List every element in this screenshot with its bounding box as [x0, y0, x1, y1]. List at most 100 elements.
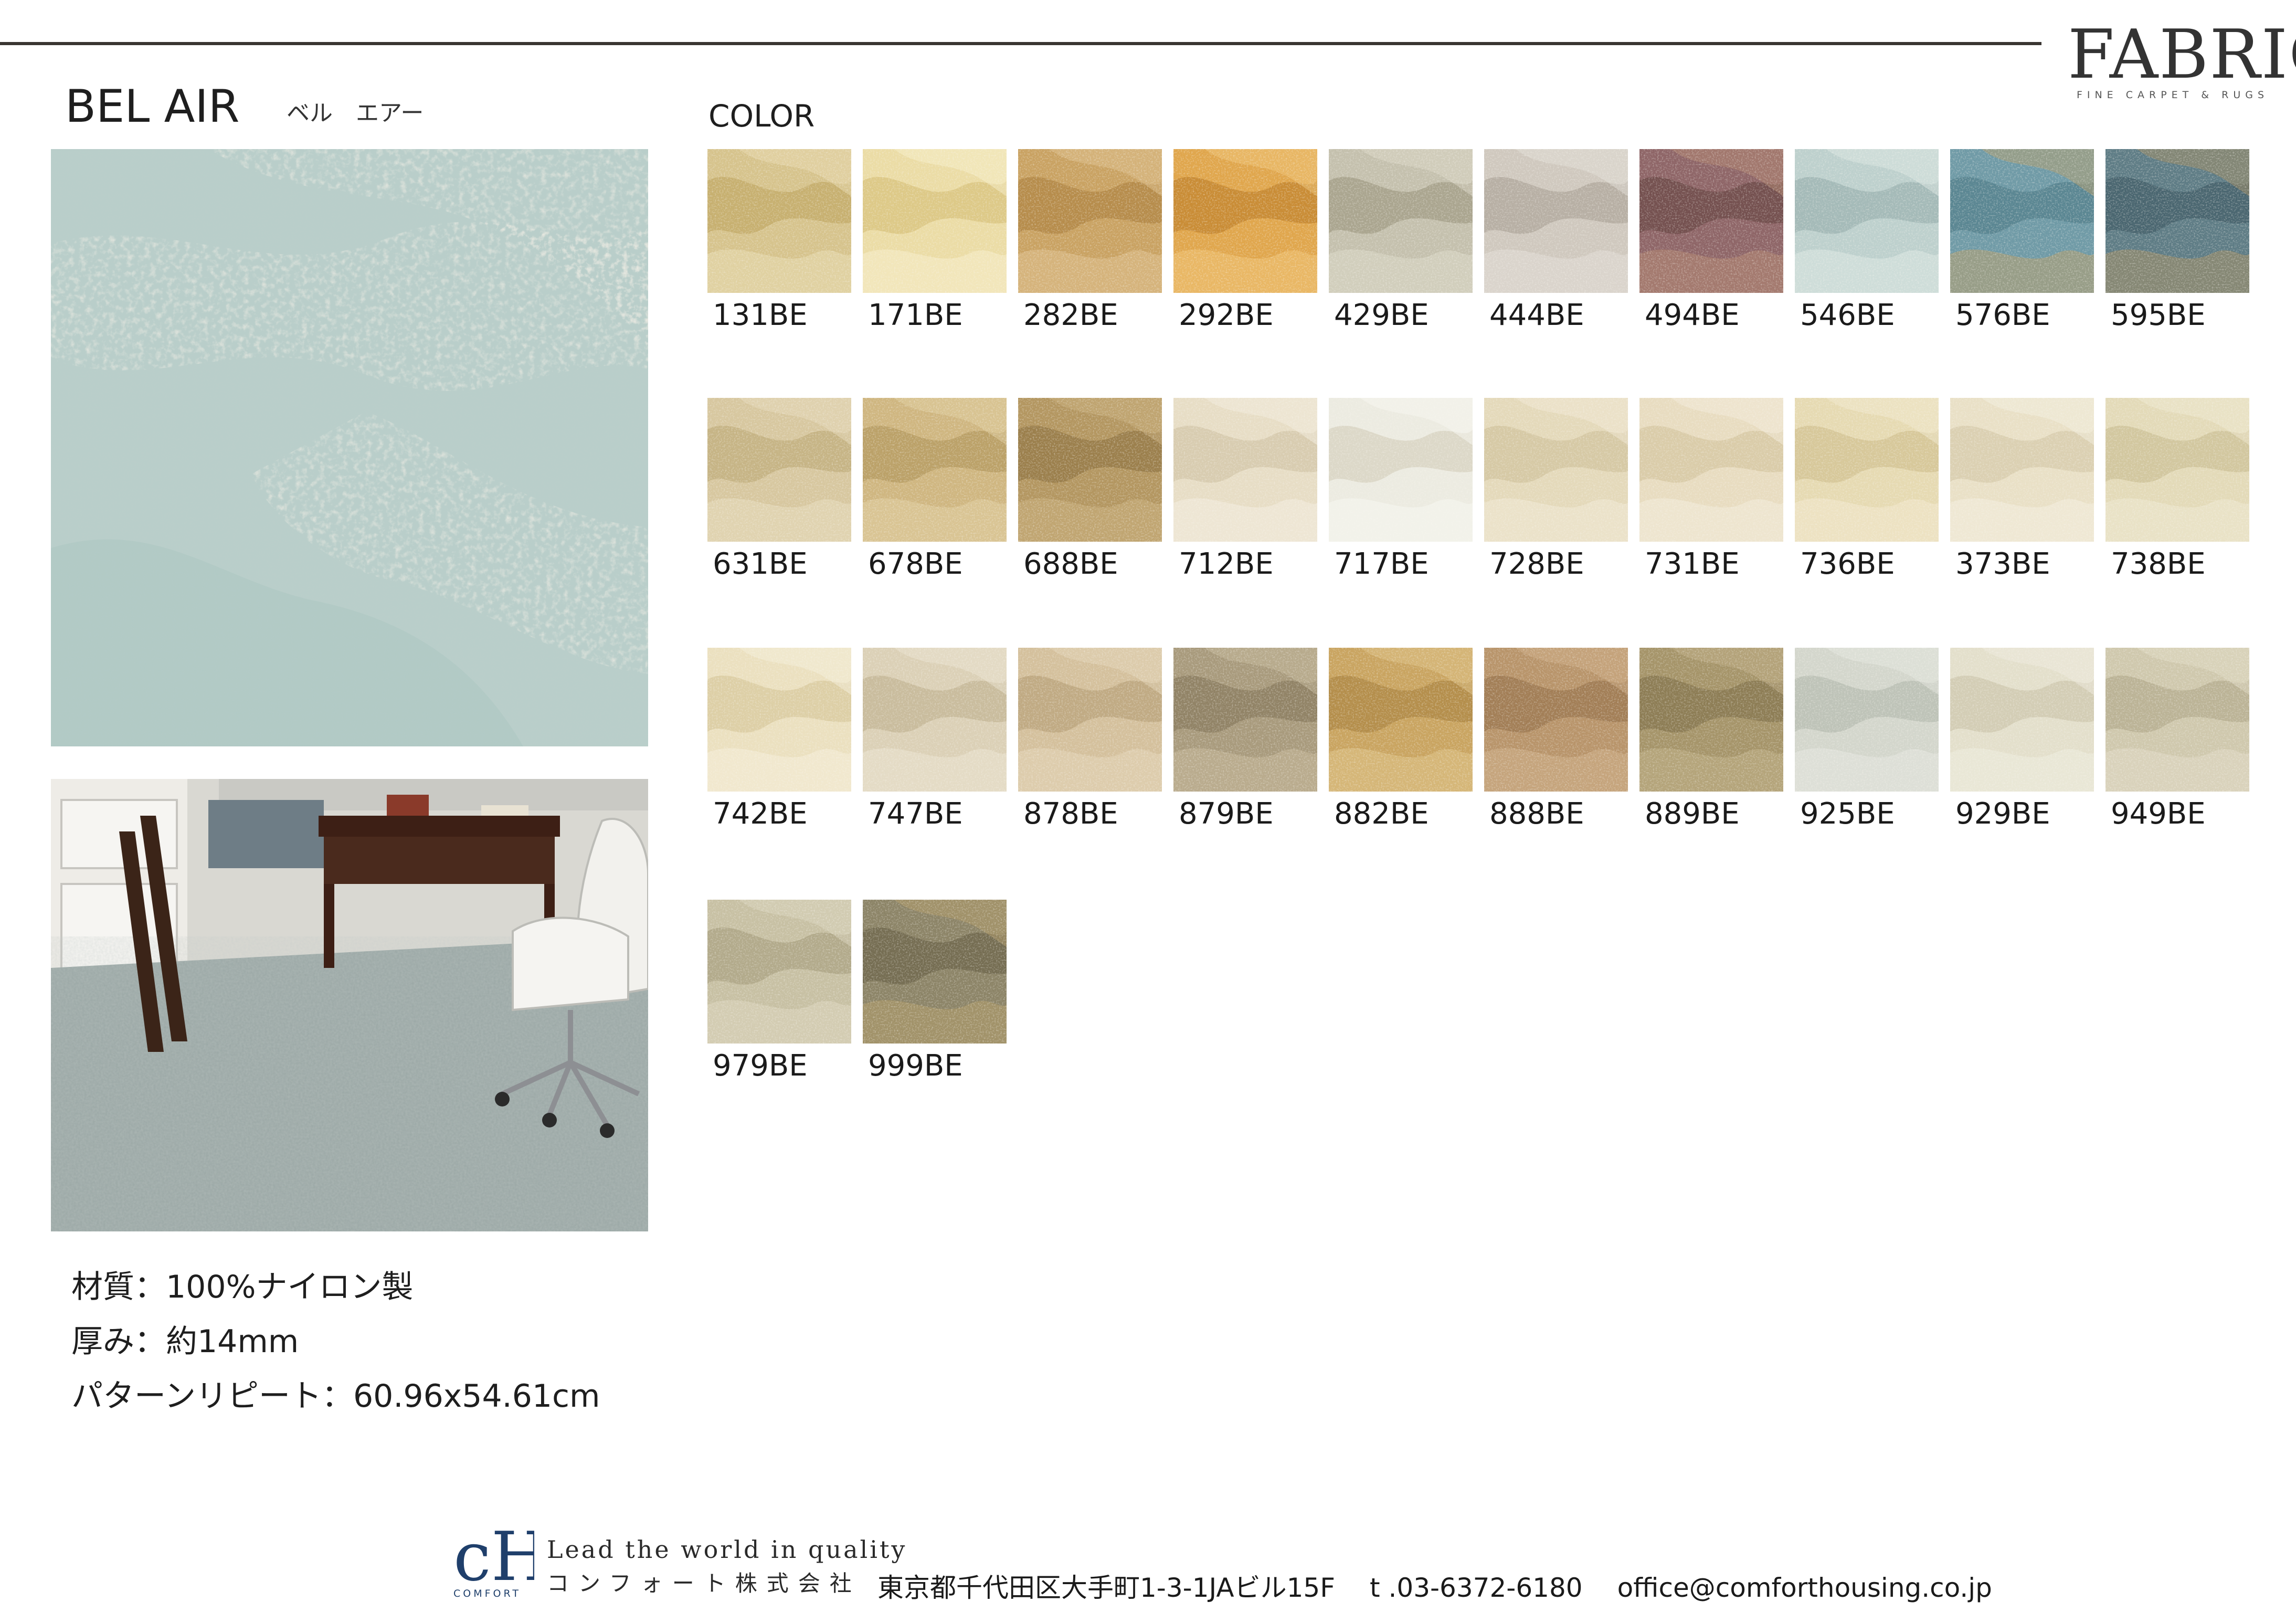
swatch-image — [707, 149, 851, 293]
swatch-code: 688BE — [1023, 547, 1118, 581]
color-swatch-979be[interactable]: 979BE — [707, 900, 851, 1083]
color-swatch-879be[interactable]: 879BE — [1173, 648, 1317, 831]
swatch-code: 292BE — [1179, 298, 1274, 332]
color-swatch-131be[interactable]: 131BE — [707, 149, 851, 332]
color-swatch-576be[interactable]: 576BE — [1950, 149, 2094, 332]
swatch-image — [2105, 648, 2249, 792]
swatch-image — [1018, 398, 1162, 542]
color-swatch-738be[interactable]: 738BE — [2105, 398, 2249, 581]
color-swatch-728be[interactable]: 728BE — [1484, 398, 1628, 581]
swatch-image — [1329, 149, 1473, 293]
product-specs: 材質：100%ナイロン製 厚み：約14mm パターンリピート：60.96x54.… — [71, 1260, 600, 1424]
color-swatch-731be[interactable]: 731BE — [1639, 398, 1783, 581]
color-section-label: COLOR — [708, 98, 815, 134]
swatch-code: 882BE — [1334, 797, 1429, 831]
company-phone[interactable]: t .03-6372-6180 — [1370, 1573, 1583, 1603]
swatch-image — [1795, 648, 1939, 792]
color-swatch-949be[interactable]: 949BE — [2105, 648, 2249, 831]
color-swatch-889be[interactable]: 889BE — [1639, 648, 1783, 831]
swatch-image — [863, 398, 1007, 542]
swatch-code: 879BE — [1179, 797, 1274, 831]
product-title: BEL AIR — [65, 80, 240, 133]
spec-material: 材質：100%ナイロン製 — [71, 1269, 414, 1305]
color-swatch-678be[interactable]: 678BE — [863, 398, 1007, 581]
color-swatch-925be[interactable]: 925BE — [1795, 648, 1939, 831]
color-swatch-494be[interactable]: 494BE — [1639, 149, 1783, 332]
swatch-code: 171BE — [868, 298, 963, 332]
swatch-code: 444BE — [1489, 298, 1584, 332]
swatch-code: 595BE — [2111, 298, 2206, 332]
company-email[interactable]: office@comforthousing.co.jp — [1617, 1573, 1992, 1603]
swatch-code: 889BE — [1645, 797, 1740, 831]
swatch-code: 738BE — [2111, 547, 2206, 581]
product-title-kana: ベル エアー — [287, 100, 424, 127]
swatch-image — [1484, 149, 1628, 293]
color-swatch-742be[interactable]: 742BE — [707, 648, 851, 831]
color-swatch-631be[interactable]: 631BE — [707, 398, 851, 581]
swatch-code: 546BE — [1800, 298, 1895, 332]
room-scene-illustration — [51, 779, 648, 1231]
swatch-code: 429BE — [1334, 298, 1429, 332]
swatch-image — [1329, 648, 1473, 792]
carpet-closeup-texture — [51, 149, 648, 746]
color-swatch-444be[interactable]: 444BE — [1484, 149, 1628, 332]
color-swatch-171be[interactable]: 171BE — [863, 149, 1007, 332]
swatch-image — [707, 900, 851, 1044]
color-swatch-595be[interactable]: 595BE — [2105, 149, 2249, 332]
swatch-image — [1795, 398, 1939, 542]
fabrica-logo: FABRICA FINE CARPET & RUGS — [2068, 19, 2296, 103]
swatch-code: 731BE — [1645, 547, 1740, 581]
color-swatch-882be[interactable]: 882BE — [1329, 648, 1473, 831]
carpet-closeup-image — [51, 149, 648, 746]
logo-caption: COMFORT — [453, 1588, 521, 1599]
swatch-code: 999BE — [868, 1049, 963, 1083]
swatch-image — [1173, 648, 1317, 792]
swatch-image — [1329, 398, 1473, 542]
header-rule — [0, 42, 2041, 45]
room-scene-image — [51, 779, 648, 1231]
company-tagline: Lead the world in quality — [547, 1535, 907, 1564]
color-swatch-929be[interactable]: 929BE — [1950, 648, 2094, 831]
comfort-logo-mark: cH COMFORT — [453, 1518, 549, 1599]
swatch-code: 717BE — [1334, 547, 1429, 581]
swatch-image — [1950, 648, 2094, 792]
swatch-image — [1950, 398, 2094, 542]
color-swatch-688be[interactable]: 688BE — [1018, 398, 1162, 581]
color-swatch-999be[interactable]: 999BE — [863, 900, 1007, 1083]
color-swatch-429be[interactable]: 429BE — [1329, 149, 1473, 332]
logo-subtitle: FINE CARPET & RUGS — [2076, 89, 2269, 101]
color-swatch-292be[interactable]: 292BE — [1173, 149, 1317, 332]
color-swatch-888be[interactable]: 888BE — [1484, 648, 1628, 831]
swatch-image — [1639, 648, 1783, 792]
swatch-image — [863, 648, 1007, 792]
swatch-image — [707, 648, 851, 792]
color-swatch-712be[interactable]: 712BE — [1173, 398, 1317, 581]
swatch-image — [2105, 398, 2249, 542]
swatch-code: 747BE — [868, 797, 963, 831]
swatch-image — [2105, 149, 2249, 293]
swatch-code: 631BE — [713, 547, 808, 581]
swatch-code: 282BE — [1023, 298, 1118, 332]
color-swatch-282be[interactable]: 282BE — [1018, 149, 1162, 332]
swatch-image — [1018, 648, 1162, 792]
swatch-image — [1484, 398, 1628, 542]
swatch-code: 929BE — [1955, 797, 2050, 831]
swatch-code: 131BE — [713, 298, 808, 332]
spec-thickness: 厚み：約14mm — [71, 1323, 299, 1360]
swatch-code: 373BE — [1955, 547, 2050, 581]
color-swatch-736be[interactable]: 736BE — [1795, 398, 1939, 581]
swatch-image — [1639, 398, 1783, 542]
color-swatch-878be[interactable]: 878BE — [1018, 648, 1162, 831]
color-swatch-747be[interactable]: 747BE — [863, 648, 1007, 831]
swatch-code: 878BE — [1023, 797, 1118, 831]
swatch-image — [1173, 398, 1317, 542]
swatch-code: 888BE — [1489, 797, 1584, 831]
swatch-code: 678BE — [868, 547, 963, 581]
color-swatch-373be[interactable]: 373BE — [1950, 398, 2094, 581]
color-swatch-546be[interactable]: 546BE — [1795, 149, 1939, 332]
company-address: 東京都千代田区大手町1-3-1JAビル15F — [877, 1573, 1335, 1603]
color-swatch-717be[interactable]: 717BE — [1329, 398, 1473, 581]
comfort-logo: cH COMFORT — [450, 1518, 549, 1600]
swatch-code: 742BE — [713, 797, 808, 831]
swatch-code: 736BE — [1800, 547, 1895, 581]
